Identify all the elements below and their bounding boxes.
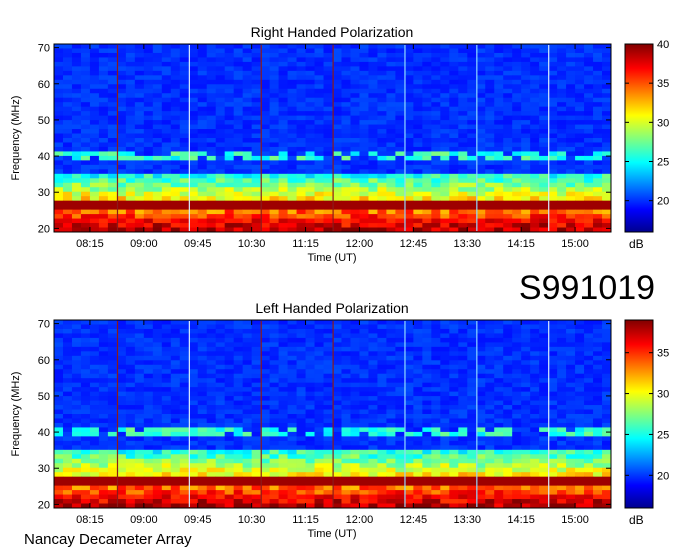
spectrogram-figure: Right Handed Polarization 20 30 40 50 60 70 0… <box>10 24 669 548</box>
colorbar-unit: dB <box>629 237 644 251</box>
y-tick-label: 50 <box>38 115 50 127</box>
y-tick-label: 70 <box>38 43 50 55</box>
x-tick-label: 09:45 <box>184 514 212 526</box>
y-tick-label: 30 <box>38 187 50 199</box>
colorbar-tick-label: 30 <box>657 117 669 129</box>
y-tick-label: 20 <box>38 499 50 511</box>
y-tick-label: 50 <box>38 391 50 403</box>
x-axis-label: Time (UT) <box>307 528 356 540</box>
x-tick-label: 12:00 <box>346 514 374 526</box>
panel-left-handed: Left Handed Polarization 20 30 40 50 60 70 08… <box>10 300 669 540</box>
colorbar-tick-label: 25 <box>657 157 669 169</box>
x-tick-label: 10:30 <box>238 238 266 250</box>
colorbar-tick-label: 40 <box>657 39 669 51</box>
y-tick-label: 60 <box>38 79 50 91</box>
y-tick-label: 30 <box>38 463 50 475</box>
colorbar <box>624 43 654 233</box>
colorbar-tick-label: 30 <box>657 389 669 401</box>
x-axis-label: Time (UT) <box>307 252 356 264</box>
colorbar-unit: dB <box>629 513 644 527</box>
y-tick-label: 40 <box>38 427 50 439</box>
x-tick-label: 09:00 <box>130 514 158 526</box>
y-tick-label: 20 <box>38 223 50 235</box>
x-tick-label: 14:15 <box>507 514 535 526</box>
x-tick-label: 15:00 <box>561 514 589 526</box>
x-tick-label: 10:30 <box>238 514 266 526</box>
x-tick-label: 12:45 <box>400 514 428 526</box>
colorbar <box>624 319 654 509</box>
x-tick-label: 11:15 <box>292 514 319 526</box>
station-name: Nancay Decameter Array <box>24 531 192 548</box>
panel-title: Right Handed Polarization <box>251 24 414 40</box>
panel-title: Left Handed Polarization <box>255 300 408 316</box>
x-tick-label: 12:00 <box>346 238 374 250</box>
x-tick-label: 08:15 <box>76 514 104 526</box>
colorbar-tick-label: 20 <box>657 196 669 208</box>
panel-right-handed: Right Handed Polarization 20 30 40 50 60 70 0… <box>10 24 669 264</box>
date-code: S991019 <box>519 269 655 307</box>
y-axis-label: Frequency (MHz) <box>10 96 22 181</box>
y-axis-label: Frequency (MHz) <box>10 372 22 457</box>
colorbar-tick-label: 20 <box>657 470 669 482</box>
colorbar-tick-label: 25 <box>657 429 669 441</box>
y-tick-label: 60 <box>38 355 50 367</box>
colorbar-tick-label: 35 <box>657 348 669 360</box>
x-tick-label: 15:00 <box>561 238 589 250</box>
x-tick-label: 14:15 <box>507 238 535 250</box>
x-tick-label: 08:15 <box>76 238 104 250</box>
x-tick-label: 13:30 <box>453 514 481 526</box>
y-tick-label: 70 <box>38 319 50 331</box>
x-tick-label: 09:45 <box>184 238 212 250</box>
colorbar-tick-label: 35 <box>657 78 669 90</box>
x-tick-label: 09:00 <box>130 238 158 250</box>
x-tick-label: 13:30 <box>453 238 481 250</box>
x-tick-label: 12:45 <box>400 238 428 250</box>
y-tick-label: 40 <box>38 151 50 163</box>
x-tick-label: 11:15 <box>292 238 319 250</box>
